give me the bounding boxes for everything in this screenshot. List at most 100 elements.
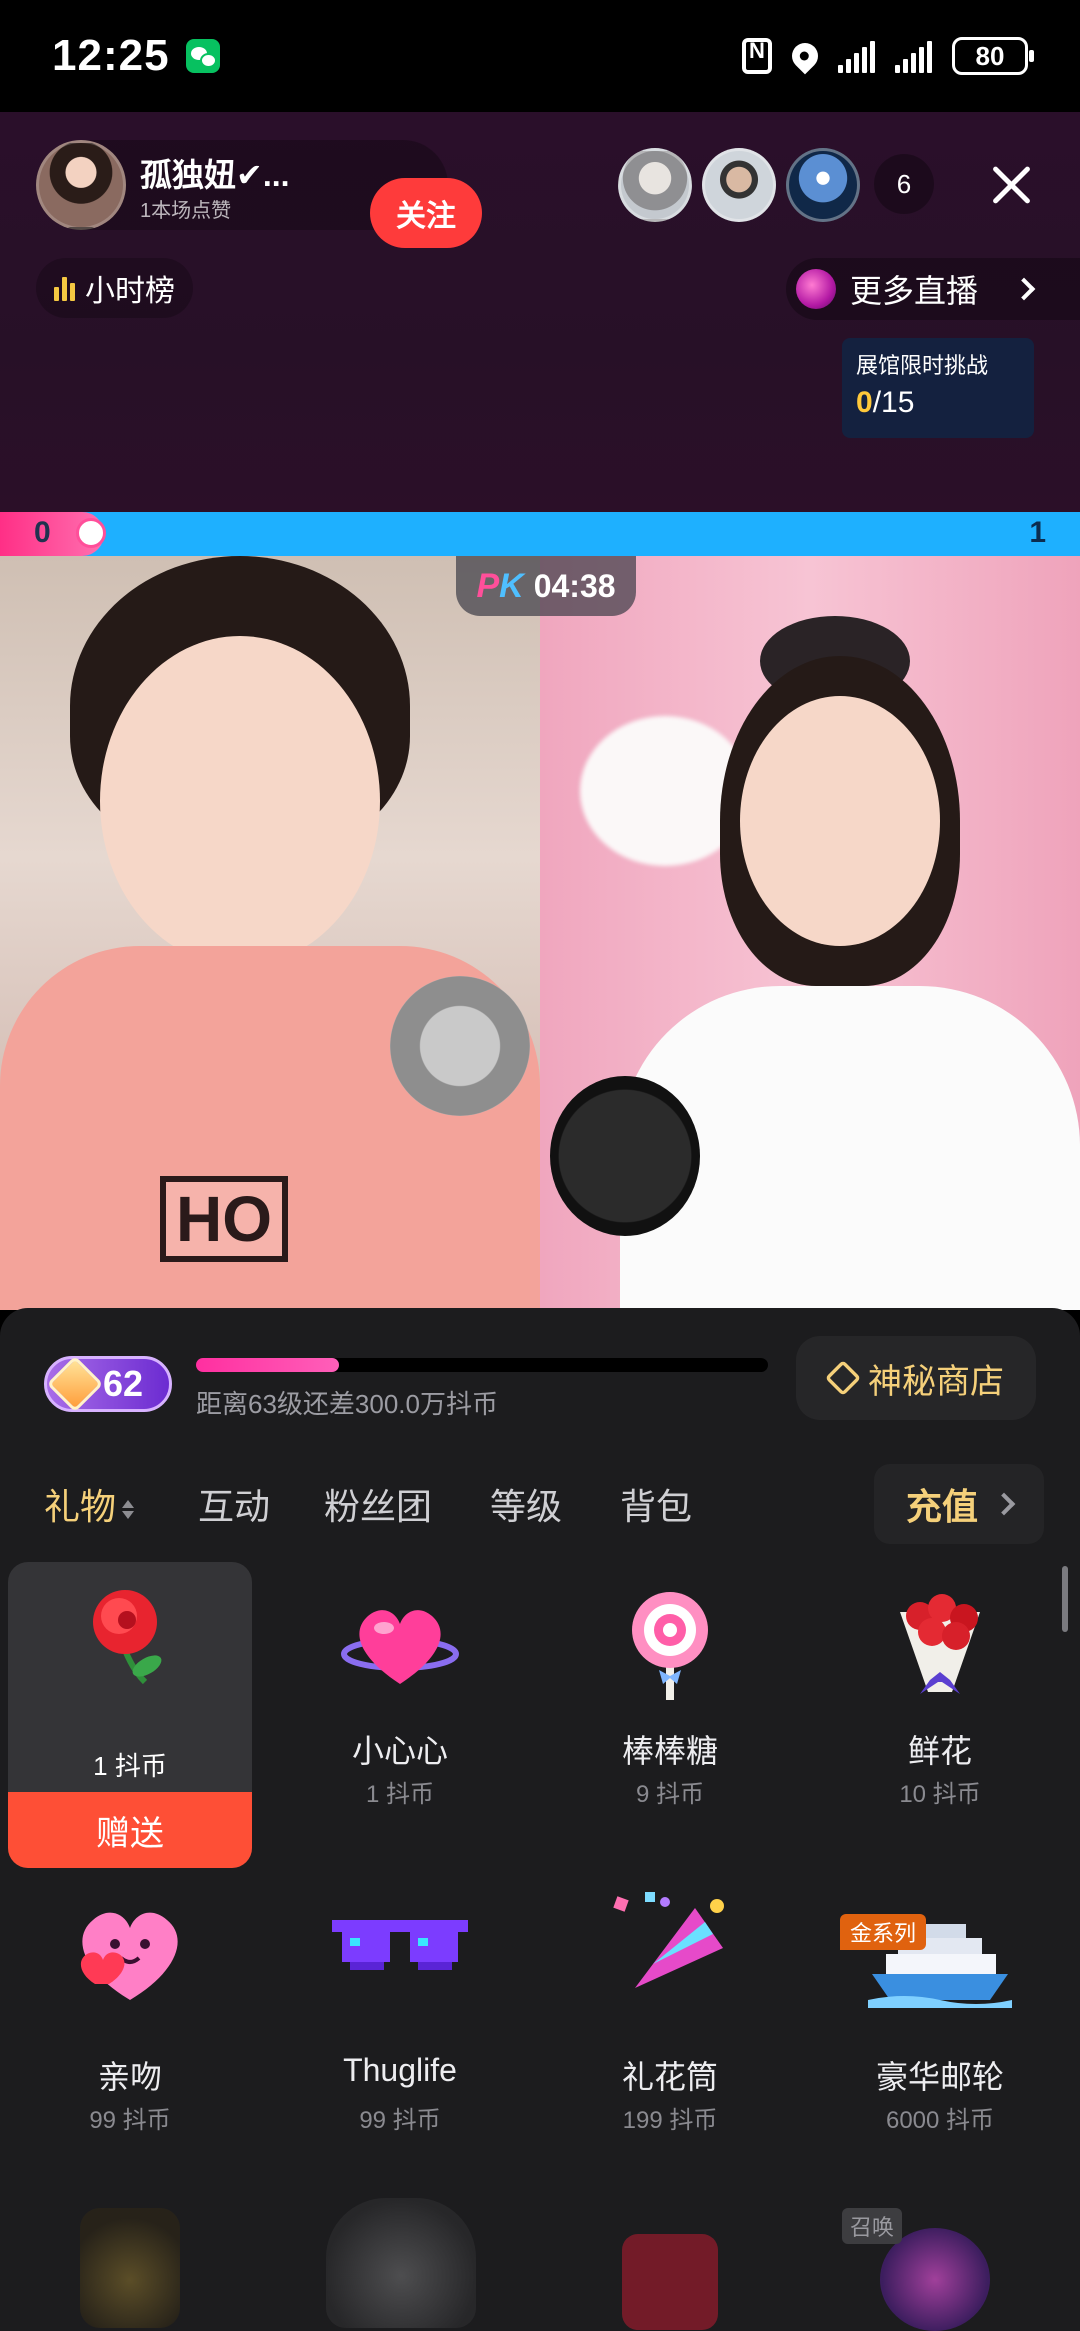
hoodie-print: HO	[160, 1176, 288, 1262]
viewer-avatar[interactable]	[702, 148, 776, 222]
video-left-streamer[interactable]: HO	[0, 556, 540, 1310]
user-level-badge[interactable]: 62	[44, 1355, 172, 1413]
chevron-right-icon	[1012, 277, 1036, 301]
gift-item-partial[interactable]	[622, 2234, 718, 2330]
gift-item-flowers[interactable]: 鲜花 10 抖币	[818, 1562, 1062, 1868]
signal-icon-2	[895, 39, 932, 73]
location-icon	[786, 37, 824, 75]
gift-name: 鲜花	[907, 1733, 972, 1769]
bouquet-icon	[900, 1594, 980, 1694]
gift-item-thuglife[interactable]: Thuglife 99 抖币	[278, 1868, 522, 2174]
live-orb-icon	[796, 269, 836, 309]
gift-name: 小心心	[351, 1733, 448, 1769]
wechat-notification-icon	[185, 39, 220, 73]
viewer-avatar[interactable]	[786, 148, 860, 222]
chevron-right-icon	[992, 1492, 1016, 1516]
lollipop-icon	[632, 1592, 708, 1700]
challenge-total: /15	[872, 386, 915, 419]
mystery-shop-button[interactable]: 神秘商店	[796, 1336, 1036, 1420]
gem-icon	[46, 1355, 104, 1413]
summon-tag: 召唤	[842, 2208, 903, 2244]
gift-price: 6000 抖币	[885, 2107, 995, 2134]
tab-gifts[interactable]: 礼物	[44, 1478, 134, 1530]
gift-price: 1 抖币	[365, 1781, 434, 1808]
status-icons: 80	[742, 37, 1034, 75]
gift-item-partial[interactable]	[80, 2208, 180, 2328]
video-right-streamer[interactable]	[540, 556, 1080, 1310]
gift-price: 99 抖币	[89, 2107, 171, 2134]
pk-countdown: 04:38	[533, 567, 616, 604]
level-progress-fill	[196, 1358, 339, 1372]
pixel-sunglasses-icon	[332, 1920, 468, 1970]
tab-interaction[interactable]: 互动	[198, 1478, 270, 1530]
challenge-current: 0	[856, 386, 873, 419]
face-shape	[100, 636, 380, 966]
rank-label: 小时榜	[85, 275, 175, 308]
live-header: 孤独妞✔... 1本场点赞 关注 6 小时榜 更多直播 展馆限时挑战 0/15	[0, 112, 1080, 512]
sort-arrows-icon	[122, 1500, 134, 1519]
gift-name: Thuglife	[343, 2052, 457, 2088]
gift-name: 豪华邮轮	[875, 2059, 1004, 2095]
tab-gifts-label: 礼物	[44, 1486, 117, 1527]
scrollbar[interactable]	[1062, 1566, 1068, 1632]
rose-icon	[93, 1590, 162, 1685]
gift-item-kiss[interactable]: 亲吻 99 抖币	[8, 1868, 252, 2174]
gift-item-lollipop[interactable]: 棒棒糖 9 抖币	[548, 1562, 792, 1868]
gift-name: 亲吻	[97, 2059, 162, 2095]
status-bar: 12:25 80	[0, 0, 1080, 112]
close-icon[interactable]	[986, 160, 1036, 210]
face-shape	[740, 696, 940, 946]
level-progress-bar	[196, 1358, 768, 1372]
challenge-card[interactable]: 展馆限时挑战 0/15	[842, 338, 1034, 438]
status-time: 12:25	[52, 31, 170, 80]
gift-price: 9 抖币	[635, 1781, 704, 1808]
pk-logo-p: P	[476, 566, 500, 605]
host-likes: 1本场点赞	[140, 200, 232, 222]
gift-item-party-popper[interactable]: 礼花筒 199 抖币	[548, 1868, 792, 2174]
more-live-button[interactable]: 更多直播	[786, 258, 1080, 320]
gift-name: 礼花筒	[621, 2059, 718, 2095]
gift-panel: 62 距离63级还差300.0万抖币 神秘商店 礼物 互动 粉丝团 等级 背包 …	[0, 1308, 1080, 2331]
signal-icon-1	[838, 39, 875, 73]
level-progress-text: 距离63级还差300.0万抖币	[196, 1389, 498, 1419]
gift-price: 99 抖币	[359, 2107, 441, 2134]
pk-timer: PK 04:38	[456, 556, 636, 616]
gift-price: 199 抖币	[622, 2107, 718, 2134]
tab-fan-club[interactable]: 粉丝团	[324, 1478, 432, 1530]
battery-icon: 80	[952, 37, 1034, 75]
party-popper-icon	[613, 1892, 724, 1988]
viewer-count[interactable]: 6	[874, 154, 934, 214]
tab-level[interactable]: 等级	[490, 1478, 562, 1530]
microphone-icon	[550, 1076, 700, 1236]
pk-divider-icon	[76, 518, 106, 548]
gift-item-rose[interactable]: 1 抖币 赠送	[8, 1562, 252, 1868]
box-icon	[824, 1359, 862, 1397]
gift-item-partial[interactable]	[326, 2198, 476, 2328]
recharge-button[interactable]: 充值	[874, 1464, 1044, 1544]
host-name: 孤独妞✔...	[140, 157, 290, 193]
user-level: 62	[103, 1363, 144, 1404]
host-avatar[interactable]	[36, 140, 126, 230]
challenge-progress: 0/15	[856, 386, 1020, 420]
nfc-icon	[742, 38, 772, 74]
recharge-label: 充值	[905, 1486, 978, 1527]
follow-button[interactable]: 关注	[370, 178, 482, 248]
gift-item-little-heart[interactable]: 小心心 1 抖币	[278, 1562, 522, 1868]
viewer-avatar[interactable]	[618, 148, 692, 222]
pk-right-score: 1	[1029, 516, 1046, 549]
challenge-title: 展馆限时挑战	[856, 353, 989, 378]
pk-left-score: 0	[34, 516, 51, 549]
gift-price: 1 抖币	[93, 1751, 167, 1781]
more-live-label: 更多直播	[850, 273, 979, 309]
rank-bars-icon	[54, 275, 75, 301]
pk-score-bar: 0 1	[0, 512, 1080, 556]
microphone-icon	[390, 976, 530, 1116]
kiss-heart-icon	[80, 1912, 178, 2000]
host-info[interactable]: 孤独妞✔... 1本场点赞 关注	[36, 140, 482, 248]
pk-logo-k: K	[499, 566, 524, 605]
hourly-rank-button[interactable]: 小时榜	[36, 258, 193, 318]
send-gift-button[interactable]: 赠送	[8, 1792, 252, 1868]
tab-backpack[interactable]: 背包	[620, 1478, 692, 1530]
mystery-shop-label: 神秘商店	[868, 1362, 1004, 1401]
gift-name: 棒棒糖	[621, 1733, 718, 1769]
